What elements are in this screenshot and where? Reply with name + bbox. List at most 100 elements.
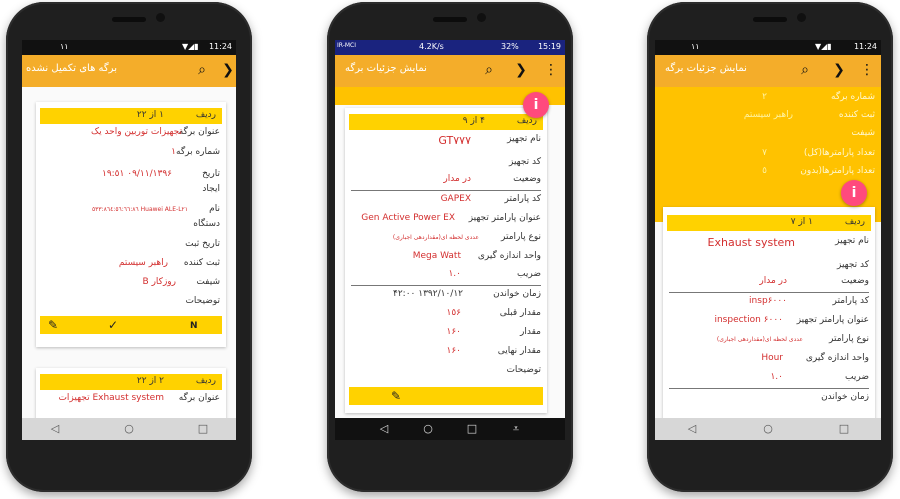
info-icon[interactable]: i [841, 180, 867, 206]
status-signal-icons: ▼◢▮ [182, 42, 199, 51]
field-value: Mega Watt [412, 251, 461, 261]
field-device: دستگاه [42, 218, 220, 234]
screen: ١١ ▼◢▮ 11:24 ❯ ⌕ برگه های تکمیل نشده ردی… [22, 40, 236, 440]
pencil-icon[interactable]: ✎ [48, 318, 58, 332]
field-parameter-code: کد پارامتر insp۶٠٠٠ [669, 295, 869, 311]
recents-icon[interactable]: □ [465, 422, 479, 436]
parameter-card[interactable]: ردیف ۴ از ٩ نام تجهیز GT٧٧٧ کد تجهیز وضعی… [345, 108, 547, 413]
field-equipment-name: نام تجهیز GT٧٧٧ [351, 133, 541, 149]
search-icon[interactable]: ⌕ [795, 60, 815, 80]
field-label: کد پارامتر [504, 194, 541, 204]
card-header: ردیف ١ از ٧ [667, 215, 871, 231]
phone-frame-left: ١١ ▼◢▮ 11:24 ❯ ⌕ برگه های تکمیل نشده ردی… [6, 2, 252, 492]
field-label: ثبت کننده [183, 258, 220, 268]
home-icon[interactable]: ○ [761, 422, 775, 436]
field-label: شیفت [196, 277, 220, 287]
chevron-right-icon[interactable]: ❯ [218, 60, 236, 80]
field-value: ٢ [762, 92, 767, 102]
field-label: نام [209, 204, 220, 214]
field-status: وضعیت در مدار [669, 275, 869, 291]
parameter-card[interactable]: ردیف ١ از ٧ نام تجهیز Exhaust system کد ت… [663, 207, 875, 427]
field-parameter-type: نوع پارامتر عددی لحظه ای(مقداردهی اجباری) [669, 333, 869, 349]
field-registrar: ثبت کننده راهبر سیستم [42, 257, 220, 273]
field-equipment-code: کد تجهیز [669, 259, 869, 275]
field-value: ١ [171, 147, 176, 157]
home-icon[interactable]: ○ [421, 422, 435, 436]
info-icon[interactable]: i [523, 92, 549, 118]
field-value: ١٣٩۶/٠٩/١١ ١٩:٥١ [101, 169, 172, 179]
speaker [112, 17, 146, 22]
field-label: ضریب [517, 269, 541, 279]
keyboard-hide-icon[interactable]: ⩡ [509, 422, 523, 436]
pencil-icon[interactable]: ✎ [391, 389, 401, 403]
screen: ١١ ▼◢▮ 11:24 ⋮ ❯ ⌕ نمایش جزئیات برگه شما… [655, 40, 881, 440]
field-label: مقدار نهایی [497, 346, 541, 356]
more-vert-icon[interactable]: ⋮ [857, 60, 877, 80]
status-signal-icons: ▼◢▮ [815, 42, 832, 51]
field-value: inspection ۶٠٠٠ [714, 315, 783, 325]
back-icon[interactable]: ◁ [377, 422, 391, 436]
field-label: عنوان برگه [178, 393, 220, 403]
back-icon[interactable]: ◁ [685, 422, 699, 436]
field-value: Exhaust system [707, 236, 795, 249]
status-battery: 32% [501, 42, 519, 51]
field-label: عنوان پارامتر تجهیز [468, 213, 541, 223]
row-number: ١ از ٢٢ [136, 110, 164, 120]
field-label: کد تجهیز [836, 260, 869, 270]
field-value: راهبر سیستم [118, 258, 168, 268]
chevron-right-icon[interactable]: ❯ [829, 60, 849, 80]
field-unit: واحد اندازه گیری Mega Watt [351, 250, 541, 266]
field-value: مقدار ١۶٠ [351, 326, 541, 342]
field-register-date: تاریخ ثبت [42, 238, 220, 254]
app-bar: ⋮ ❯ ⌕ نمایش جزئیات برگه [335, 55, 565, 87]
card-header: ردیف ٢ از ٢٢ [40, 374, 222, 390]
status-carrier: IR-MCI [337, 42, 356, 49]
search-icon[interactable]: ⌕ [479, 60, 499, 80]
card-header: ردیف ۴ از ٩ [349, 114, 543, 130]
field-parameter-title: عنوان پارامتر تجهیز inspection ۶٠٠٠ [669, 314, 869, 330]
field-label: ایجاد [202, 184, 220, 194]
divider [669, 388, 869, 389]
field-notes: توضیحات [351, 364, 541, 380]
field-value: ١٥۶ [446, 308, 461, 318]
field-label: ثبت کننده [838, 110, 875, 120]
more-vert-icon[interactable]: ⋮ [541, 60, 561, 80]
field-label: شیفت [851, 128, 875, 138]
field-read-time: زمان خواندن ١٣٩٢/١٠/١٢ ٠٠:۴٢ [351, 288, 541, 304]
field-value: GT٧٧٧ [438, 134, 471, 147]
field-unit: واحد اندازه گیری Hour [669, 352, 869, 368]
nfc-icon[interactable]: N [190, 319, 198, 333]
field-value: عددی لحظه ای(مقداردهی اجباری) [392, 234, 479, 241]
search-icon[interactable]: ⌕ [192, 60, 212, 80]
field-notes: توضیحات [42, 295, 220, 311]
field-label: زمان خواندن [493, 289, 541, 299]
field-label: توضیحات [185, 296, 220, 306]
check-circle-icon[interactable]: ✓ [108, 318, 118, 332]
page-title: نمایش جزئیات برگه [665, 63, 747, 74]
sheet-card[interactable]: ردیف ١ از ٢٢ عنوان برگه تجهیزات توربین وا… [36, 102, 226, 347]
field-value: عددی لحظه ای(مقداردهی اجباری) [716, 336, 803, 343]
chevron-right-icon[interactable]: ❯ [511, 60, 531, 80]
field-label: وضعیت [841, 276, 869, 286]
field-label: کد پارامتر [832, 296, 869, 306]
recents-icon[interactable]: □ [837, 422, 851, 436]
status-bar: ١١ ▼◢▮ 11:24 [22, 40, 236, 55]
nav-bar: ◁ ○ □ [655, 418, 881, 440]
front-camera [477, 13, 486, 22]
home-icon[interactable]: ○ [122, 422, 136, 436]
field-value: راهبر سیستم [743, 110, 793, 120]
recents-icon[interactable]: □ [196, 422, 210, 436]
field-value: تجهیزات توربین واحد یک [91, 127, 182, 137]
field-label: تعداد پارامترها(کل) [803, 148, 875, 158]
field-value: در مدار [759, 276, 787, 286]
field-label: توضیحات [506, 365, 541, 375]
status-left: ١١ [60, 42, 69, 51]
nav-bar: ◁ ○ □ [22, 418, 236, 440]
field-value: GAPEX [440, 194, 471, 204]
field-value: insp۶٠٠٠ [749, 296, 787, 306]
field-equipment-code: کد تجهیز [351, 156, 541, 172]
field-value: روزکار B [142, 277, 176, 287]
field-title: عنوان برگه Exhaust system تجهیزات [42, 392, 220, 408]
status-left: ١١ [691, 42, 700, 51]
back-icon[interactable]: ◁ [48, 422, 62, 436]
